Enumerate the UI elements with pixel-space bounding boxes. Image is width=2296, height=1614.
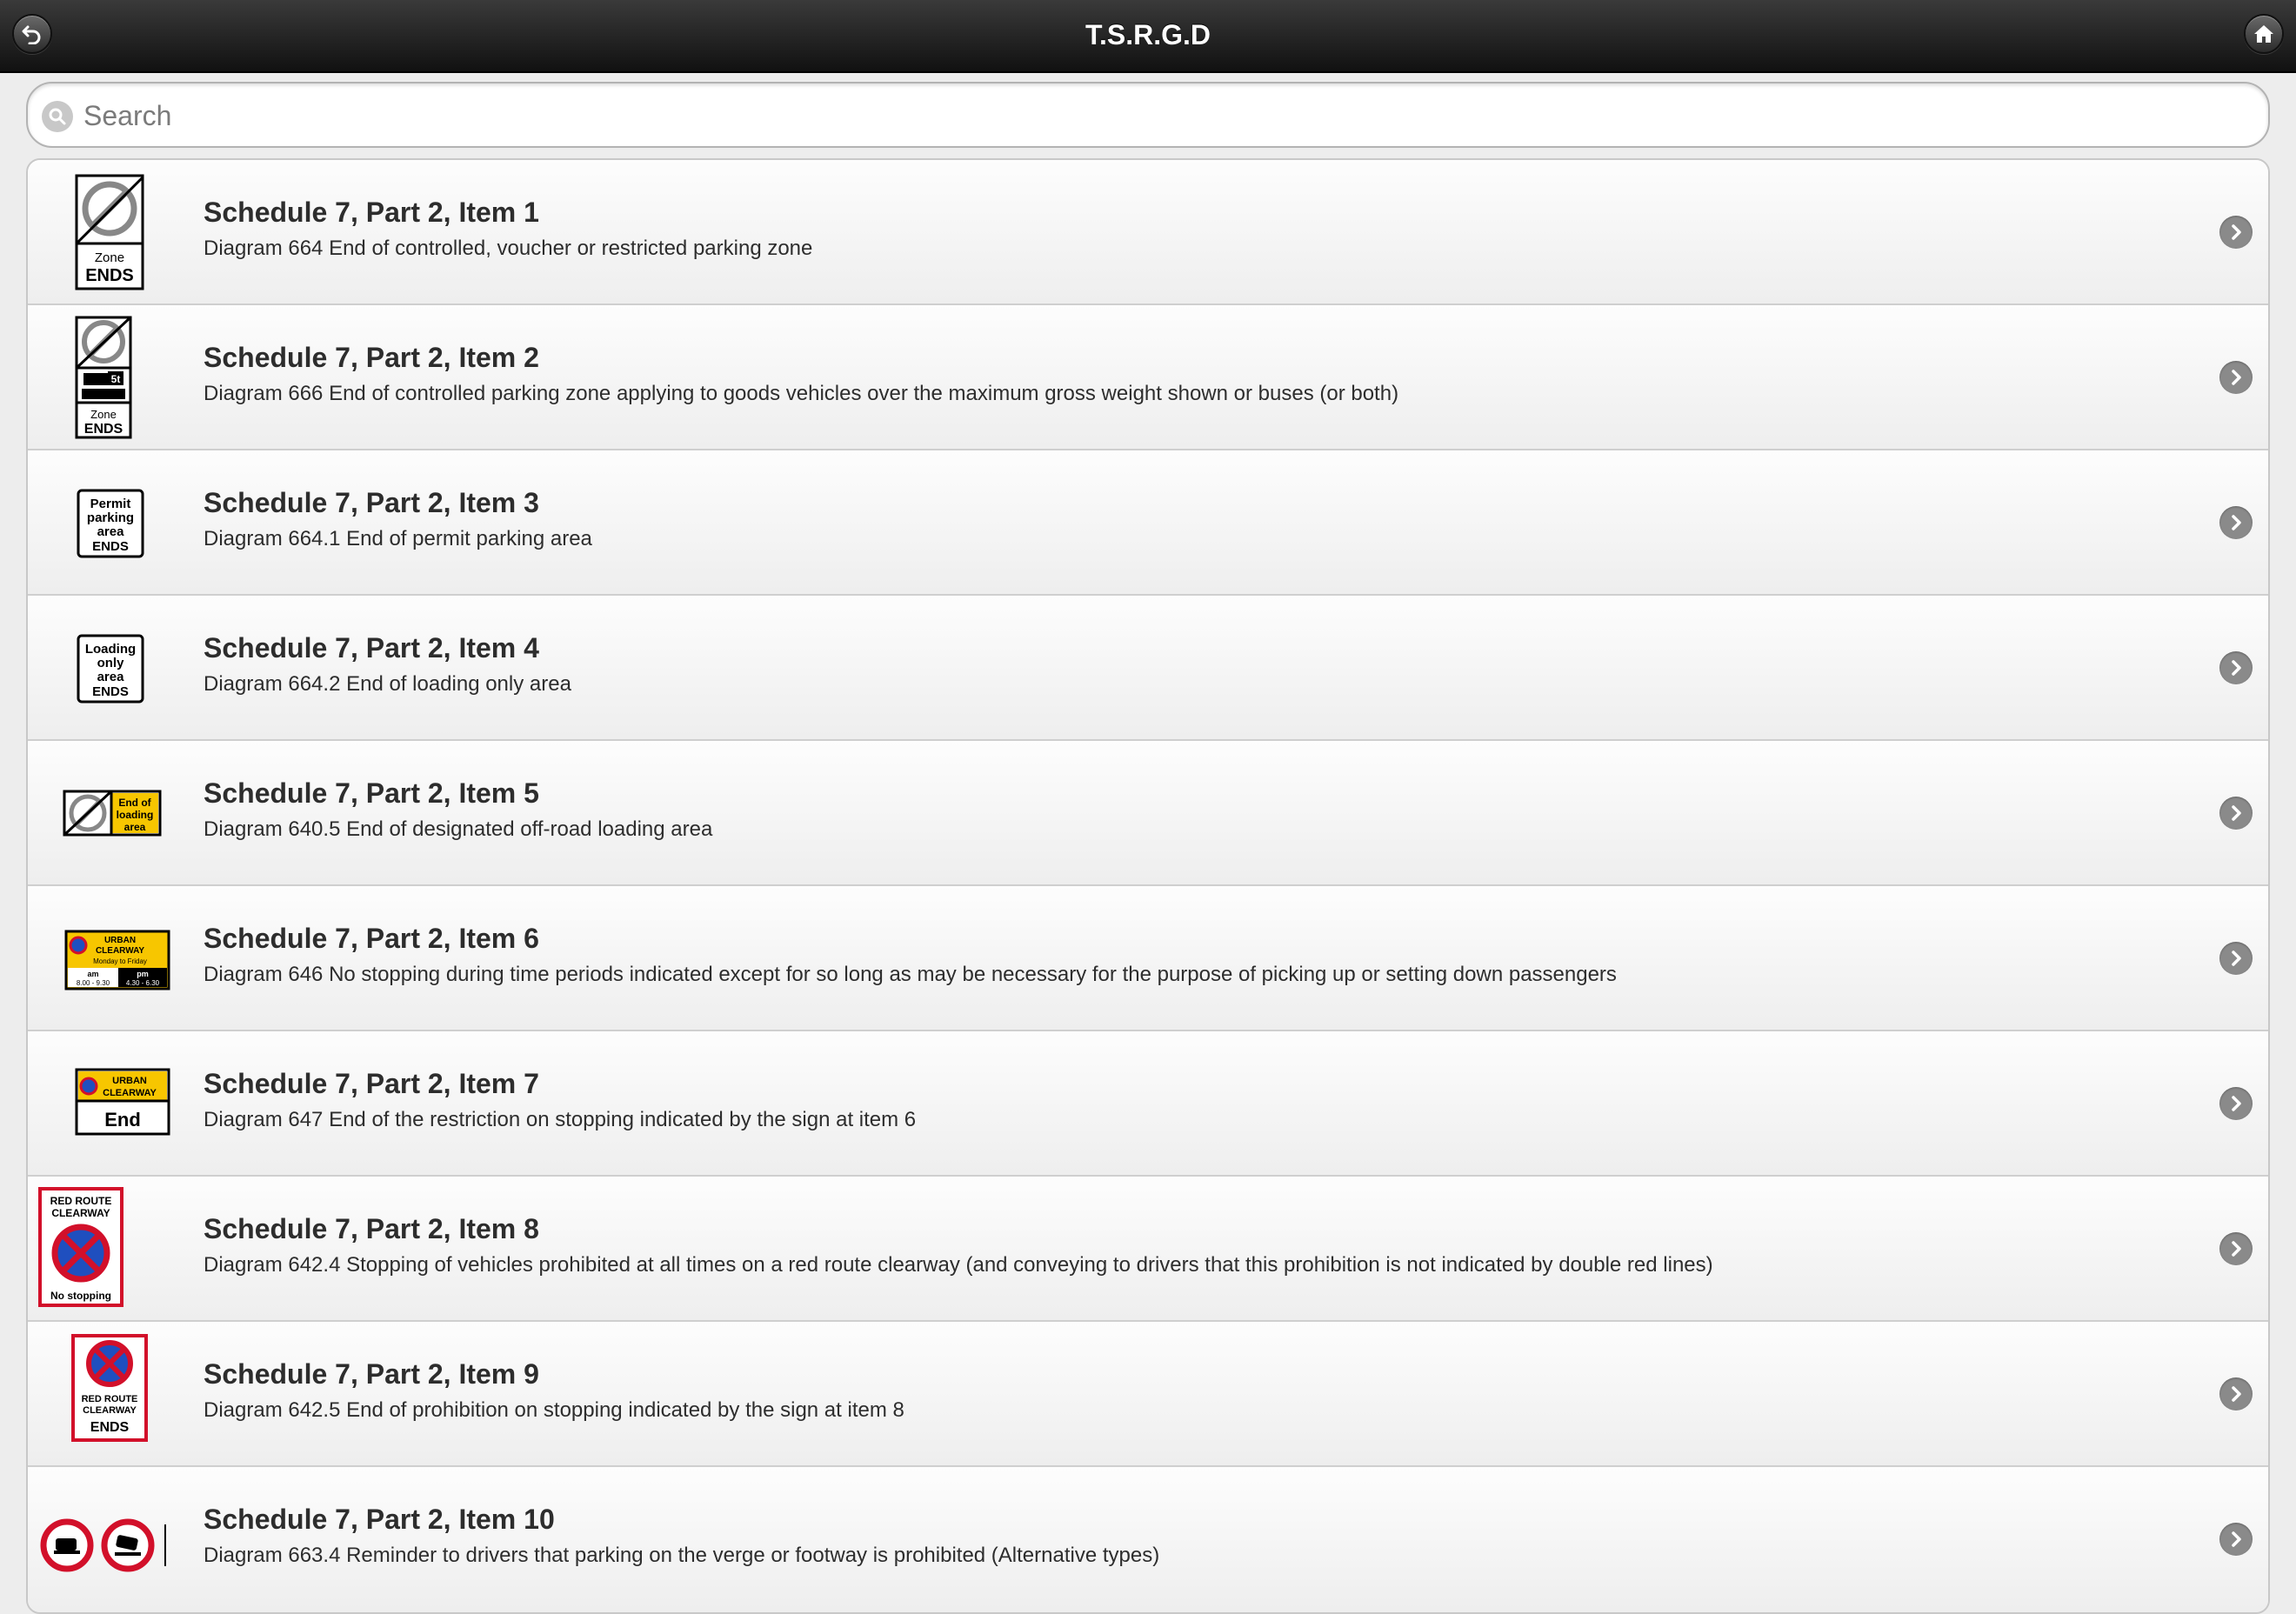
item-title: Schedule 7, Part 2, Item 7 [204, 1068, 539, 1099]
item-description: Diagram 642.4 Stopping of vehicles prohi… [204, 1253, 1713, 1277]
item-title: Schedule 7, Part 2, Item 2 [204, 342, 539, 373]
search-input[interactable] [82, 90, 2242, 141]
sign-text: ENDS [90, 1420, 130, 1435]
item-description: Diagram 664 End of controlled, voucher o… [204, 237, 813, 260]
sign-text: Loading [85, 642, 136, 657]
item-title: Schedule 7, Part 2, Item 6 [204, 923, 539, 954]
sign-text: ENDS [84, 422, 123, 437]
item-title: Schedule 7, Part 2, Item 3 [204, 487, 539, 518]
sign-thumbnail: Zone ENDS [38, 170, 179, 295]
sign-text: Monday to Friday [93, 957, 147, 965]
item-description: Diagram 640.5 End of designated off-road… [204, 817, 713, 841]
search-bar[interactable] [26, 82, 2270, 148]
sign-thumbnail: URBAN CLEARWAY End [38, 1042, 179, 1166]
sign-text: End of [118, 797, 151, 809]
sign-text: am [87, 970, 98, 978]
sign-text: area [97, 670, 125, 684]
sign-thumbnail: Permit parking area ENDS [38, 461, 179, 585]
header-bar: T.S.R.G.D [0, 0, 2296, 73]
sign-thumbnail: Loading only area ENDS [38, 606, 179, 730]
sign-text: Zone [90, 408, 117, 421]
sign-thumbnail: 5t Zone ENDS [38, 316, 179, 440]
home-icon [2254, 25, 2273, 43]
item-title: Schedule 7, Part 2, Item 8 [204, 1213, 539, 1244]
list-item[interactable]: RED ROUTE CLEARWAY No stopping Schedule … [28, 1177, 2268, 1322]
chevron-right-icon[interactable] [2219, 1087, 2253, 1120]
item-description: Diagram 647 End of the restriction on st… [204, 1108, 917, 1131]
sign-text: CLEARWAY [103, 1088, 157, 1098]
sign-text: area [97, 524, 125, 539]
item-description: Diagram 666 End of controlled parking zo… [204, 382, 1399, 405]
item-description: Diagram 663.4 Reminder to drivers that p… [204, 1544, 1160, 1567]
chevron-right-icon[interactable] [2219, 506, 2253, 539]
item-description: Diagram 642.5 End of prohibition on stop… [204, 1398, 904, 1422]
list-item[interactable]: Zone ENDS Schedule 7, Part 2, Item 1 Dia… [28, 160, 2268, 305]
chevron-right-icon[interactable] [2219, 942, 2253, 975]
sign-text: ENDS [92, 684, 129, 699]
chevron-right-icon[interactable] [2219, 1523, 2253, 1556]
sign-text: URBAN [104, 936, 136, 945]
chevron-right-icon[interactable] [2219, 1232, 2253, 1265]
sign-text: Zone [95, 250, 124, 265]
list-item[interactable]: Loading only area ENDS Schedule 7, Part … [28, 596, 2268, 741]
list-item[interactable]: URBAN CLEARWAY Monday to Friday am pm 8.… [28, 886, 2268, 1031]
sign-text: 8.00 - 9.30 [77, 979, 110, 987]
home-button[interactable] [2244, 14, 2284, 54]
sign-text: CLEARWAY [83, 1405, 137, 1416]
sign-text: CLEARWAY [96, 946, 144, 956]
sign-text: RED ROUTE [50, 1195, 112, 1207]
list-item[interactable]: Schedule 7, Part 2, Item 10 Diagram 663.… [28, 1467, 2268, 1612]
sign-thumbnail: RED ROUTE CLEARWAY ENDS [38, 1332, 179, 1457]
chevron-right-icon[interactable] [2219, 361, 2253, 394]
chevron-right-icon[interactable] [2219, 216, 2253, 249]
sign-text: URBAN [112, 1076, 147, 1086]
sign-text: area [124, 821, 146, 833]
sign-text: only [97, 656, 124, 670]
item-title: Schedule 7, Part 2, Item 10 [204, 1504, 555, 1535]
page-title: T.S.R.G.D [1085, 19, 1211, 50]
list-item[interactable]: URBAN CLEARWAY End Schedule 7, Part 2, I… [28, 1031, 2268, 1177]
sign-thumbnail: End of loading area [38, 751, 179, 876]
chevron-right-icon[interactable] [2219, 797, 2253, 830]
sign-thumbnail [38, 1477, 179, 1602]
chevron-right-icon[interactable] [2219, 1377, 2253, 1411]
sign-text: CLEARWAY [51, 1207, 110, 1219]
sign-thumbnail: RED ROUTE CLEARWAY No stopping [38, 1187, 179, 1311]
item-title: Schedule 7, Part 2, Item 9 [204, 1358, 539, 1390]
sign-text: RED ROUTE [82, 1394, 138, 1404]
search-icon [42, 101, 73, 132]
item-title: Schedule 7, Part 2, Item 1 [204, 197, 539, 228]
list-item[interactable]: Permit parking area ENDS Schedule 7, Par… [28, 450, 2268, 596]
sign-text: parking [87, 510, 134, 525]
item-description: Diagram 664.2 End of loading only area [204, 672, 571, 696]
item-title: Schedule 7, Part 2, Item 5 [204, 777, 539, 809]
sign-text: Permit [90, 497, 131, 511]
list-item[interactable]: End of loading area Schedule 7, Part 2, … [28, 741, 2268, 886]
sign-text: pm [137, 970, 149, 978]
sign-text: ENDS [92, 539, 129, 554]
item-description: Diagram 664.1 End of permit parking area [204, 527, 592, 550]
item-description: Diagram 646 No stopping during time peri… [204, 963, 1617, 986]
sign-text: 5t [111, 373, 121, 385]
sign-text: ENDS [85, 266, 134, 285]
item-list: Zone ENDS Schedule 7, Part 2, Item 1 Dia… [26, 158, 2270, 1614]
list-item[interactable]: 5t Zone ENDS Schedule 7, Part 2, Item 2 … [28, 305, 2268, 450]
item-title: Schedule 7, Part 2, Item 4 [204, 632, 539, 664]
sign-text: End [104, 1109, 141, 1130]
sign-text: No stopping [50, 1290, 111, 1302]
sign-thumbnail: URBAN CLEARWAY Monday to Friday am pm 8.… [38, 897, 179, 1021]
list-item[interactable]: RED ROUTE CLEARWAY ENDS Schedule 7, Part… [28, 1322, 2268, 1467]
chevron-right-icon[interactable] [2219, 651, 2253, 684]
sign-text: loading [117, 809, 154, 821]
sign-text: 4.30 - 6.30 [126, 979, 160, 987]
